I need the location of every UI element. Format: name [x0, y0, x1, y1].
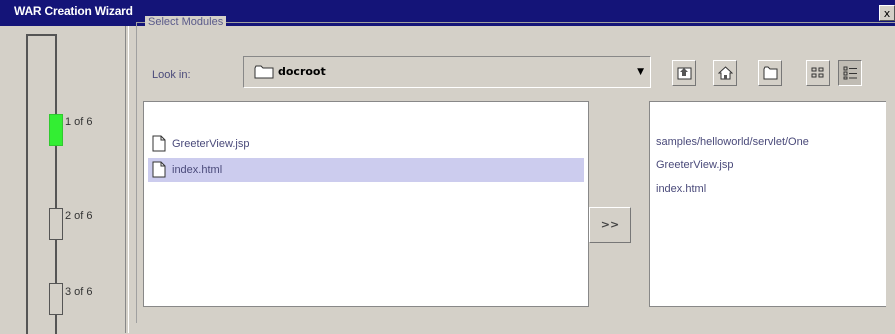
look-in-value: docroot — [278, 65, 326, 78]
step-2-marker — [49, 208, 63, 240]
selected-modules-list[interactable]: samples/helloworld/servlet/One GreeterVi… — [649, 101, 886, 307]
file-name: index.html — [172, 164, 223, 176]
wizard-steps-panel: 1 of 6 2 of 6 3 of 6 — [9, 26, 125, 334]
step-1-label: 1 of 6 — [65, 116, 93, 128]
step-1-marker — [49, 114, 63, 146]
step-connector-line — [26, 34, 28, 334]
look-in-label: Look in: — [152, 69, 191, 81]
file-item-selected[interactable]: index.html — [148, 158, 584, 182]
new-folder-button[interactable] — [758, 60, 782, 86]
close-button[interactable]: x — [879, 5, 895, 21]
file-item[interactable]: GreeterView.jsp — [148, 132, 584, 156]
up-one-level-button[interactable] — [672, 60, 696, 86]
step-2-label: 2 of 6 — [65, 210, 93, 222]
file-list[interactable]: GreeterView.jsp index.html — [143, 101, 589, 307]
file-icon — [152, 135, 166, 155]
list-view-button[interactable] — [806, 60, 830, 86]
window-title: WAR Creation Wizard — [14, 4, 133, 18]
close-icon: x — [883, 7, 891, 20]
step-connector-line — [26, 34, 56, 36]
chevron-down-icon[interactable]: ▼ — [637, 67, 644, 77]
add-modules-button[interactable]: >> — [589, 207, 631, 243]
selected-module-item[interactable]: samples/helloworld/servlet/One — [656, 136, 809, 148]
selected-module-item[interactable]: index.html — [656, 183, 706, 195]
panel-divider — [125, 26, 129, 333]
file-name: GreeterView.jsp — [172, 138, 250, 150]
group-title: Select Modules — [145, 16, 227, 28]
home-button[interactable] — [713, 60, 737, 86]
file-icon — [152, 161, 166, 181]
step-3-label: 3 of 6 — [65, 286, 93, 298]
look-in-combobox[interactable]: docroot ▼ — [243, 56, 651, 88]
selected-module-item[interactable]: GreeterView.jsp — [656, 159, 733, 171]
step-3-marker — [49, 283, 63, 315]
details-view-button[interactable] — [838, 60, 862, 86]
folder-icon — [254, 65, 274, 82]
